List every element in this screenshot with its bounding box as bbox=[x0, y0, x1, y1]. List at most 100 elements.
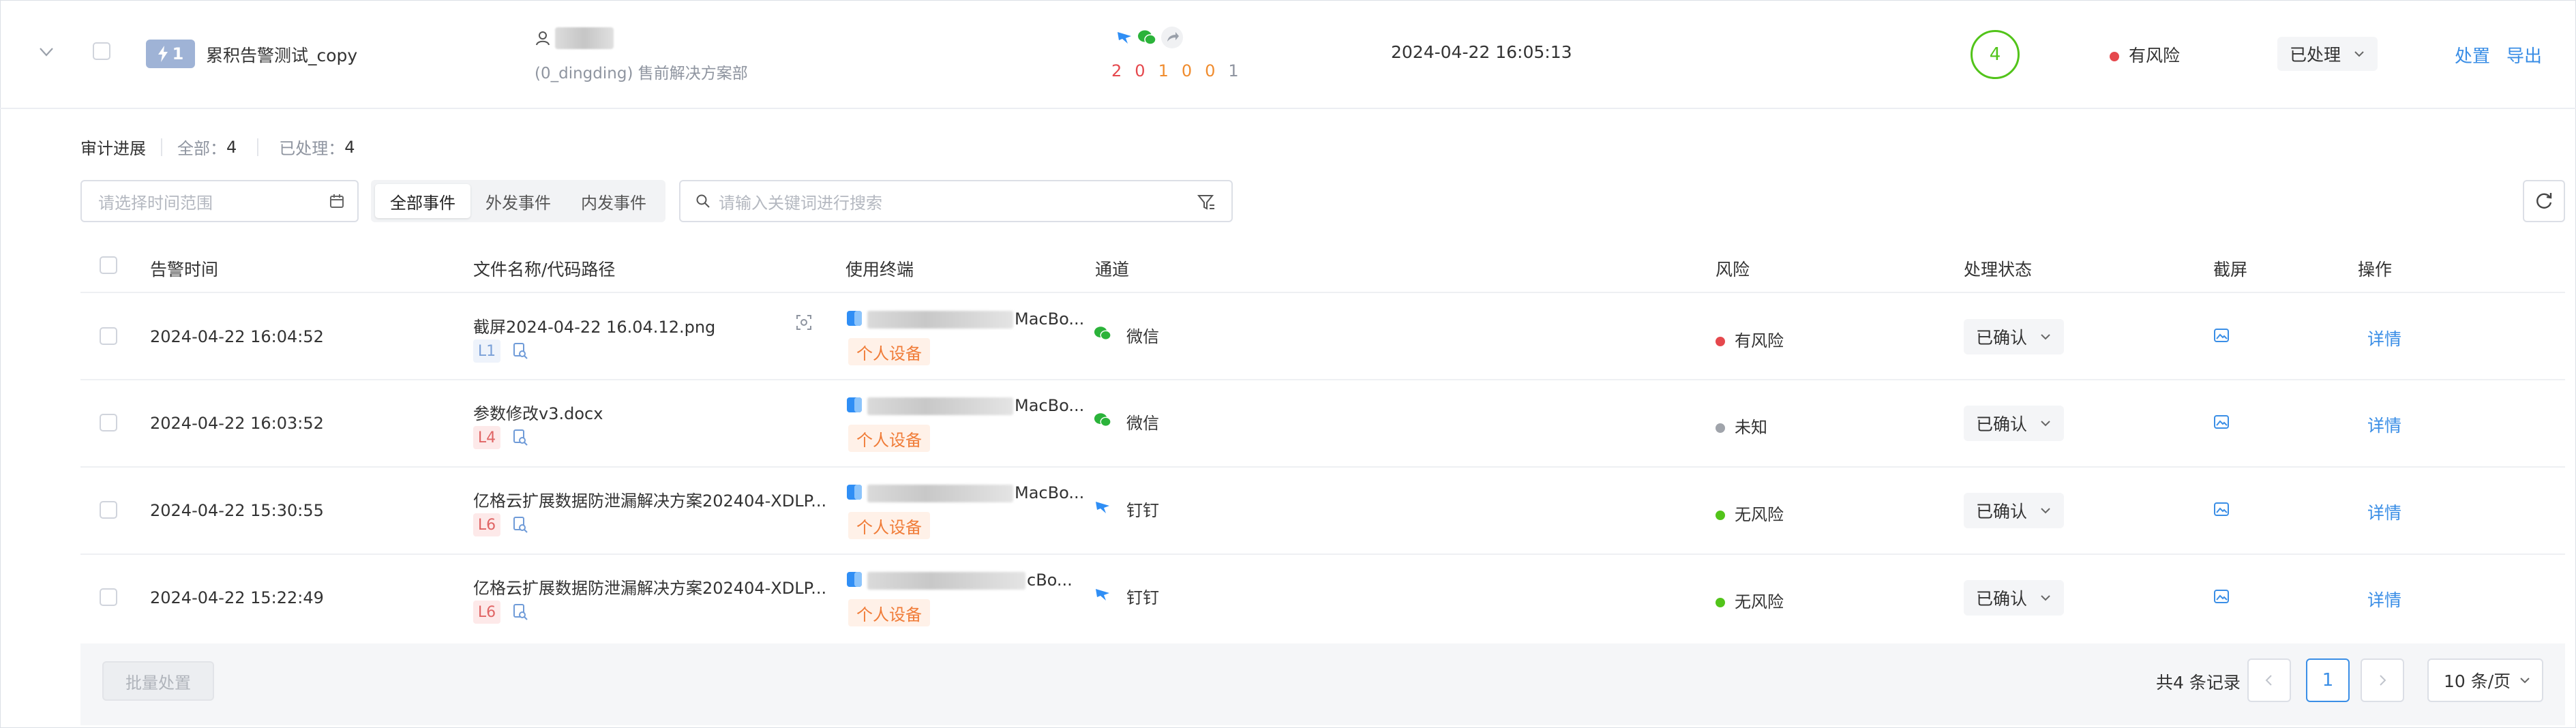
alert-level-badge: 1 bbox=[146, 40, 195, 68]
col-terminal[interactable]: 使用终端 bbox=[845, 256, 914, 281]
device-name-redacted bbox=[867, 485, 1013, 502]
prev-page-button[interactable] bbox=[2247, 658, 2291, 702]
risk-dot bbox=[1716, 423, 1725, 433]
divider bbox=[80, 379, 2565, 380]
event-type-tabs: 全部事件 外发事件 内发事件 bbox=[371, 180, 665, 222]
row-time: 2024-04-22 16:04:52 bbox=[150, 327, 324, 346]
row-status-select[interactable]: 已确认 bbox=[1964, 406, 2065, 441]
page-frame bbox=[0, 0, 2576, 728]
refresh-button[interactable] bbox=[2523, 180, 2565, 222]
wechat-icon bbox=[1094, 327, 1111, 340]
channel-count: 0 bbox=[1205, 61, 1216, 80]
tab-internal-events[interactable]: 内发事件 bbox=[566, 184, 661, 218]
finder-icon bbox=[847, 485, 862, 500]
detail-link[interactable]: 详情 bbox=[2367, 326, 2401, 350]
total-count: 4 bbox=[226, 137, 237, 157]
select-all-checkbox[interactable] bbox=[100, 256, 117, 274]
row-status-select[interactable]: 已确认 bbox=[1964, 580, 2065, 616]
col-file-name[interactable]: 文件名称/代码路径 bbox=[473, 256, 615, 281]
file-search-icon[interactable] bbox=[511, 342, 529, 360]
col-actions[interactable]: 操作 bbox=[2358, 256, 2392, 281]
image-icon[interactable] bbox=[2213, 414, 2230, 430]
channel-icons bbox=[1115, 26, 1184, 49]
refresh-icon bbox=[2536, 193, 2552, 209]
row-status-select[interactable]: 已确认 bbox=[1964, 493, 2065, 528]
finder-icon bbox=[847, 572, 862, 587]
col-alert-time[interactable]: 告警时间 bbox=[150, 256, 218, 281]
row-checkbox[interactable] bbox=[100, 414, 117, 431]
chevron-down-icon[interactable] bbox=[37, 42, 56, 61]
device-name-suffix: MacBo... bbox=[1015, 396, 1085, 415]
page-button-current[interactable]: 1 bbox=[2306, 658, 2350, 702]
detail-link[interactable]: 详情 bbox=[2367, 500, 2401, 524]
row-file-name[interactable]: 亿格云扩展数据防泄漏解决方案202404-XDLP... bbox=[473, 575, 826, 598]
image-icon[interactable] bbox=[2213, 501, 2230, 517]
device-name-suffix: MacBo... bbox=[1015, 309, 1085, 329]
rule-name[interactable]: 累积告警测试_copy bbox=[206, 42, 357, 67]
row-time: 2024-04-22 15:22:49 bbox=[150, 588, 324, 607]
row-checkbox[interactable] bbox=[100, 588, 117, 606]
tab-outbound-events[interactable]: 外发事件 bbox=[470, 184, 566, 218]
chevron-right-icon bbox=[2380, 675, 2386, 686]
row-risk-label: 有风险 bbox=[1735, 331, 1784, 350]
row-status-value: 已确认 bbox=[1976, 589, 2028, 609]
divider bbox=[161, 138, 162, 156]
channel-count: 0 bbox=[1135, 61, 1145, 80]
chevron-down-icon bbox=[2354, 51, 2364, 57]
row-file-name[interactable]: 参数修改v3.docx bbox=[473, 400, 603, 424]
image-icon[interactable] bbox=[2213, 588, 2230, 605]
total-records: 共4 条记录 bbox=[2156, 673, 2241, 693]
col-process-status[interactable]: 处理状态 bbox=[1964, 256, 2032, 281]
row-time: 2024-04-22 16:03:52 bbox=[150, 414, 324, 433]
export-link[interactable]: 导出 bbox=[2506, 42, 2542, 67]
row-checkbox[interactable] bbox=[100, 501, 117, 519]
batch-handle-button[interactable]: 批量处置 bbox=[102, 661, 214, 701]
device-tag: 个人设备 bbox=[848, 599, 930, 626]
col-screenshot[interactable]: 截屏 bbox=[2213, 256, 2247, 281]
user-department: (0_dingding) 售前解决方案部 bbox=[535, 65, 748, 82]
tab-all-events[interactable]: 全部事件 bbox=[375, 184, 470, 218]
row-file-name[interactable]: 亿格云扩展数据防泄漏解决方案202404-XDLP... bbox=[473, 487, 826, 511]
device-name-redacted bbox=[867, 311, 1013, 329]
col-risk[interactable]: 风险 bbox=[1716, 256, 1750, 281]
risk-dot bbox=[1716, 598, 1725, 607]
file-search-icon[interactable] bbox=[511, 603, 529, 621]
file-level-badge: L6 bbox=[473, 601, 500, 624]
image-icon[interactable] bbox=[2213, 327, 2230, 344]
device-tag: 个人设备 bbox=[848, 338, 930, 365]
next-page-button[interactable] bbox=[2361, 658, 2404, 702]
file-search-icon[interactable] bbox=[511, 516, 529, 534]
dingtalk-icon bbox=[1096, 502, 1109, 513]
detail-link[interactable]: 详情 bbox=[2367, 587, 2401, 611]
row-checkbox[interactable] bbox=[100, 327, 117, 345]
handle-link[interactable]: 处置 bbox=[2455, 42, 2490, 67]
risk-label: 有风险 bbox=[2129, 46, 2181, 65]
process-status-value: 已处理 bbox=[2290, 45, 2341, 65]
divider bbox=[80, 553, 2565, 555]
detail-link[interactable]: 详情 bbox=[2367, 412, 2401, 437]
search-box[interactable]: 请输入关键词进行搜索 bbox=[679, 180, 1233, 222]
risk-dot bbox=[1716, 337, 1725, 346]
row-channel: 微信 bbox=[1126, 327, 1159, 346]
event-count: 4 bbox=[1989, 44, 2001, 65]
row-checkbox[interactable] bbox=[93, 42, 110, 60]
filter-icon[interactable] bbox=[1197, 194, 1215, 211]
audit-progress: 审计进展 全部： 4 已处理： 4 bbox=[80, 135, 355, 159]
divider bbox=[257, 138, 259, 156]
chevron-down-icon bbox=[2041, 508, 2050, 514]
risk-dot bbox=[1716, 511, 1725, 520]
date-range-picker[interactable]: 请选择时间范围 bbox=[80, 180, 359, 222]
alert-summary-row: 1 累积告警测试_copy (0_dingding) 售前解决方案部 2 0 1… bbox=[0, 0, 2576, 109]
process-status-select[interactable]: 已处理 bbox=[2277, 37, 2378, 71]
event-count-ring: 4 bbox=[1971, 30, 2020, 79]
row-file-name[interactable]: 截屏2024-04-22 16.04.12.png bbox=[473, 314, 715, 337]
file-search-icon[interactable] bbox=[511, 429, 529, 446]
page-size-value: 10 条/页 bbox=[2444, 671, 2511, 691]
device-name-redacted bbox=[867, 397, 1013, 415]
alert-level-number: 1 bbox=[172, 44, 184, 63]
row-status-select[interactable]: 已确认 bbox=[1964, 319, 2065, 354]
search-icon bbox=[696, 194, 710, 208]
divider bbox=[80, 292, 2565, 293]
page-size-select[interactable]: 10 条/页 bbox=[2427, 658, 2543, 702]
col-channel[interactable]: 通道 bbox=[1095, 256, 1129, 281]
